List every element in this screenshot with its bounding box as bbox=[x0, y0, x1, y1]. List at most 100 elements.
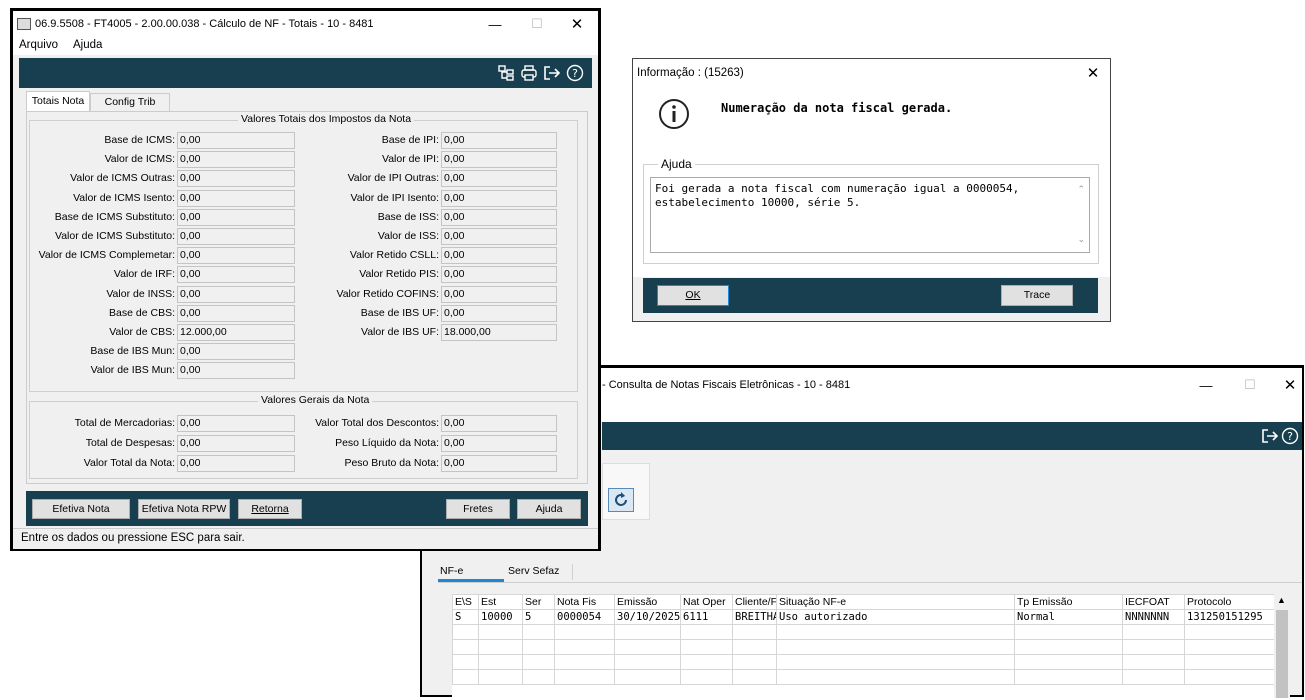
right-value-field[interactable]: 0,00 bbox=[441, 228, 557, 245]
menu-bar: Arquivo Ajuda bbox=[13, 37, 598, 55]
scroll-up-icon[interactable]: ▲ bbox=[1277, 595, 1286, 605]
col-es[interactable]: E\S bbox=[452, 594, 479, 610]
left-value-field[interactable]: 0,00 bbox=[177, 343, 295, 361]
tab-totais-nota[interactable]: Totais Nota bbox=[26, 91, 90, 111]
left-value-label: Valor de ICMS Substituto: bbox=[54, 230, 175, 242]
info-close-button[interactable]: ✕ bbox=[1071, 59, 1115, 87]
right-value-field[interactable]: 0,00 bbox=[441, 304, 557, 322]
consulta-maximize-button[interactable]: ☐ bbox=[1228, 368, 1272, 402]
help-group-title: Ajuda bbox=[658, 157, 695, 171]
col-situacao[interactable]: Situação NF-e bbox=[776, 594, 1015, 610]
help-group: Ajuda Foi gerada a nota fiscal com numer… bbox=[643, 157, 1099, 264]
right-value-label: Base de IBS UF: bbox=[360, 306, 439, 319]
main-minimize-button[interactable]: — bbox=[473, 11, 517, 37]
efetiva-nota-rpw-button[interactable]: Efetiva Nota RPW bbox=[138, 499, 230, 519]
info-message: Numeração da nota fiscal gerada. bbox=[721, 101, 953, 115]
help-icon[interactable]: ? bbox=[1280, 426, 1300, 446]
ajuda-button[interactable]: Ajuda bbox=[517, 499, 581, 519]
left-value-field[interactable]: 0,00 bbox=[177, 132, 295, 149]
refresh-button[interactable] bbox=[608, 488, 634, 512]
left-value-label: Base de ICMS Substituto: bbox=[54, 210, 175, 223]
col-ser[interactable]: Ser bbox=[522, 594, 555, 610]
left-value-field[interactable]: 0,00 bbox=[177, 170, 295, 188]
cell-ser: 5 bbox=[522, 609, 555, 625]
help-icon[interactable]: ? bbox=[565, 63, 585, 83]
menu-ajuda[interactable]: Ajuda bbox=[73, 39, 102, 51]
gen-left-value-field[interactable]: 0,00 bbox=[177, 415, 295, 432]
help-scroll-up-icon[interactable]: ⌃ bbox=[1077, 184, 1085, 195]
cell-nat-oper: 6111 bbox=[680, 609, 733, 625]
right-value-label: Valor de IPI: bbox=[381, 153, 439, 166]
col-iecfoat[interactable]: IECFOAT bbox=[1122, 594, 1185, 610]
left-value-field[interactable]: 0,00 bbox=[177, 247, 295, 265]
tab-nfe[interactable]: NF-e bbox=[440, 565, 463, 577]
right-value-label: Valor Retido PIS: bbox=[359, 268, 439, 281]
left-value-field[interactable]: 0,00 bbox=[177, 304, 295, 322]
help-text-box: Foi gerada a nota fiscal com numeração i… bbox=[650, 177, 1090, 253]
right-value-field[interactable]: 18.000,00 bbox=[441, 324, 557, 341]
col-emissao[interactable]: Emissão bbox=[614, 594, 681, 610]
gen-left-value-field[interactable]: 0,00 bbox=[177, 435, 295, 452]
gen-right-value-field[interactable]: 0,00 bbox=[441, 415, 557, 432]
gen-right-value-label: Peso Líquido da Nota: bbox=[335, 437, 439, 449]
status-bar: Entre os dados ou pressione ESC para sai… bbox=[13, 528, 598, 549]
gen-right-value-field[interactable]: 0,00 bbox=[441, 435, 557, 452]
cell-cliente: BREITHA bbox=[732, 609, 777, 625]
table-row-empty bbox=[452, 654, 1275, 670]
gen-left-value-field[interactable]: 0,00 bbox=[177, 455, 295, 472]
retorna-button[interactable]: Retorna bbox=[238, 499, 302, 519]
grid-scrollbar[interactable]: ▲ bbox=[1274, 594, 1290, 698]
col-nota-fis[interactable]: Nota Fis bbox=[554, 594, 615, 610]
main-toolbar: ? bbox=[19, 58, 592, 88]
ok-button[interactable]: OK bbox=[657, 285, 729, 306]
right-value-field[interactable]: 0,00 bbox=[441, 208, 557, 226]
help-text-line2: estabelecimento 10000, série 5. bbox=[655, 196, 861, 209]
left-value-field[interactable]: 0,00 bbox=[177, 228, 295, 245]
right-value-field[interactable]: 0,00 bbox=[441, 285, 557, 303]
print-icon[interactable] bbox=[519, 63, 539, 83]
trace-button[interactable]: Trace bbox=[1001, 285, 1073, 306]
efetiva-nota-button[interactable]: Efetiva Nota bbox=[32, 499, 130, 519]
left-value-field[interactable]: 0,00 bbox=[177, 266, 295, 284]
right-value-field[interactable]: 0,00 bbox=[441, 170, 557, 188]
left-value-field[interactable]: 0,00 bbox=[177, 285, 295, 303]
info-message-area bbox=[633, 87, 1110, 147]
main-tabs: Totais Nota Config Trib bbox=[26, 91, 186, 111]
col-est[interactable]: Est bbox=[478, 594, 523, 610]
left-value-field[interactable]: 0,00 bbox=[177, 189, 295, 207]
help-text-line1: Foi gerada a nota fiscal com numeração i… bbox=[655, 182, 1020, 195]
right-value-field[interactable]: 0,00 bbox=[441, 266, 557, 284]
left-value-field[interactable]: 0,00 bbox=[177, 151, 295, 169]
col-cliente[interactable]: Cliente/Fo bbox=[732, 594, 777, 610]
scroll-thumb[interactable] bbox=[1276, 610, 1288, 698]
gen-right-value-field[interactable]: 0,00 bbox=[441, 455, 557, 472]
col-protocolo[interactable]: Protocolo bbox=[1184, 594, 1275, 610]
fretes-button[interactable]: Fretes bbox=[446, 499, 510, 519]
left-value-field[interactable]: 0,00 bbox=[177, 362, 295, 380]
left-value-field[interactable]: 12.000,00 bbox=[177, 324, 295, 341]
menu-arquivo[interactable]: Arquivo bbox=[19, 39, 58, 51]
right-value-field[interactable]: 0,00 bbox=[441, 132, 557, 149]
tab-config-trib[interactable]: Config Trib bbox=[90, 93, 170, 111]
right-value-field[interactable]: 0,00 bbox=[441, 247, 557, 265]
right-value-field[interactable]: 0,00 bbox=[441, 151, 557, 169]
right-value-label: Valor Retido COFINS: bbox=[336, 287, 439, 300]
exit-icon[interactable] bbox=[1260, 426, 1280, 446]
table-row[interactable]: S 10000 5 0000054 30/10/2025 6111 BREITH… bbox=[452, 609, 1275, 625]
tree-icon[interactable] bbox=[496, 63, 516, 83]
info-dialog: Informação : (15263) ✕ Numeração da nota… bbox=[632, 58, 1111, 322]
right-value-label: Valor de IPI Isento: bbox=[350, 191, 439, 204]
consulta-minimize-button[interactable]: — bbox=[1184, 368, 1228, 402]
col-nat-oper[interactable]: Nat Oper bbox=[680, 594, 733, 610]
tab-serv-sefaz[interactable]: Serv Sefaz bbox=[508, 565, 559, 577]
right-value-label: Valor Retido CSLL: bbox=[349, 249, 439, 262]
consulta-close-button[interactable]: ✕ bbox=[1268, 368, 1305, 402]
exit-icon[interactable] bbox=[542, 63, 562, 83]
col-tp-emissao[interactable]: Tp Emissão bbox=[1014, 594, 1123, 610]
right-value-field[interactable]: 0,00 bbox=[441, 189, 557, 207]
gen-left-value-label: Total de Despesas: bbox=[85, 437, 175, 449]
help-scroll-down-icon[interactable]: ⌄ bbox=[1077, 234, 1085, 245]
left-value-field[interactable]: 0,00 bbox=[177, 208, 295, 226]
main-close-button[interactable]: ✕ bbox=[555, 11, 599, 37]
main-maximize-button[interactable]: ☐ bbox=[515, 11, 559, 37]
